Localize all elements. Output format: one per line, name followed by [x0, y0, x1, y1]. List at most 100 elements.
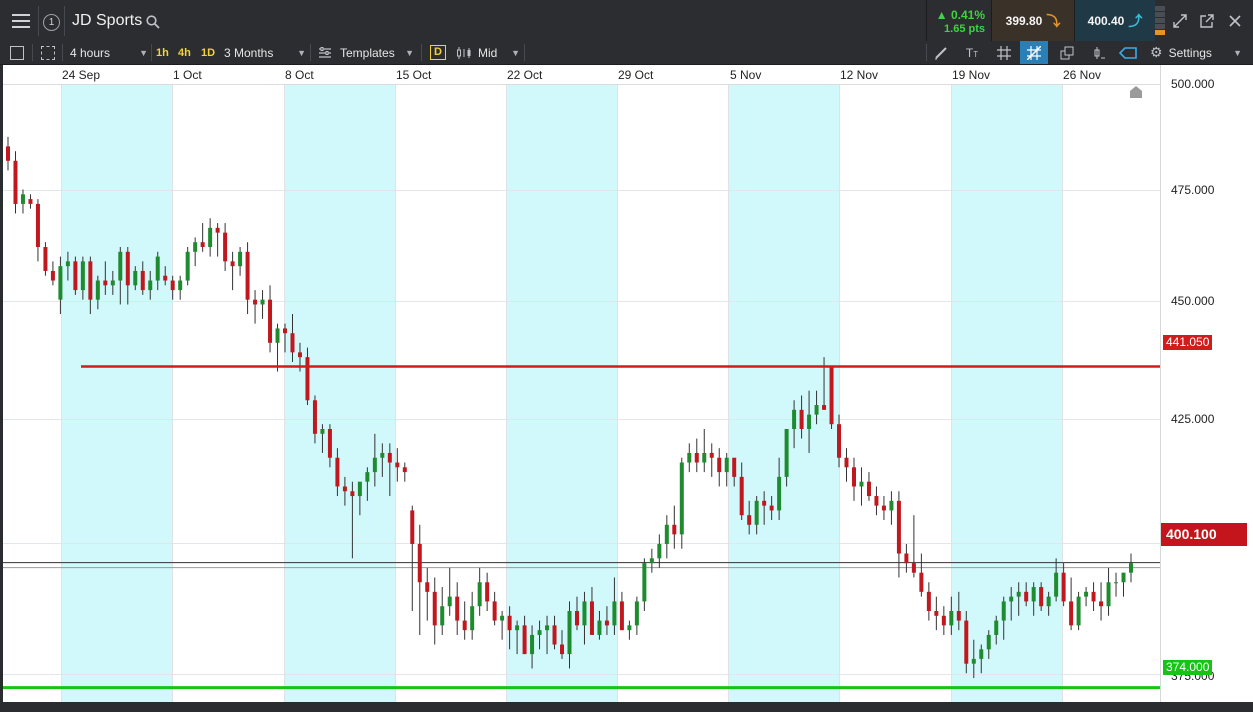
candle-body [1024, 591, 1029, 602]
divider [310, 44, 311, 61]
divider [64, 6, 65, 36]
interval-select[interactable]: 4 hours ▼ [70, 41, 148, 64]
candle-body [1121, 572, 1126, 583]
candle-body [73, 261, 78, 291]
candle-body [642, 563, 647, 602]
list-view-button[interactable] [10, 41, 24, 64]
gear-icon: ⚙ [1150, 44, 1163, 60]
candle-body [657, 543, 662, 559]
price-axis: 500.000 475.000 450.000 425.000 375.000 … [1160, 65, 1253, 702]
grid-tool[interactable] [992, 41, 1016, 64]
crosshair-tool[interactable] [1020, 41, 1048, 64]
candle-body [193, 242, 198, 252]
candle-body [1001, 601, 1006, 621]
candle-body [567, 611, 572, 655]
candle-body [949, 611, 954, 626]
candle-body [387, 452, 392, 463]
settings-select[interactable]: ⚙ Settings ▼ [1150, 41, 1242, 64]
candle-body [964, 620, 969, 664]
alert-marker-icon[interactable] [1129, 85, 1143, 99]
candle-body [245, 251, 250, 300]
current-price-tag: 400.100 [1161, 523, 1247, 546]
candle-body [118, 251, 123, 281]
draw-line-tool[interactable] [930, 41, 952, 64]
interval-1h-button[interactable]: 1h [156, 41, 169, 64]
candle-body [814, 405, 819, 415]
candle-body [28, 199, 33, 204]
candle-body [440, 606, 445, 626]
candle-body [395, 462, 400, 468]
interval-1d-button[interactable]: 1D [201, 41, 215, 64]
divider [38, 6, 39, 36]
text-tool[interactable]: TT [960, 41, 984, 64]
candle-body [462, 620, 467, 631]
menu-button[interactable] [6, 6, 36, 36]
support-level-tag[interactable]: 374.000 [1163, 660, 1213, 675]
x-tick-label: 8 Oct [285, 68, 314, 82]
resistance-level-tag[interactable]: 441.050 [1163, 335, 1213, 350]
chart-toolbar: 4 hours ▼ 1h 4h 1D 3 Months ▼ Templates … [0, 41, 1253, 65]
candle-body [1076, 596, 1081, 626]
layers-icon [1060, 46, 1074, 59]
layers-tool[interactable] [1055, 41, 1079, 64]
candle-body [260, 299, 265, 305]
candle-body [1061, 572, 1066, 602]
candle-body [140, 270, 145, 291]
up-arrow-icon: ⤴ [1128, 12, 1143, 29]
search-icon[interactable] [146, 15, 160, 29]
candle-body [799, 409, 804, 429]
buy-price-button[interactable]: 400.40 ⤴ [1074, 0, 1155, 41]
chevron-down-icon: ▼ [297, 47, 306, 58]
alert-tag-tool[interactable] [1115, 41, 1141, 64]
window-number-badge[interactable]: 1 [43, 14, 60, 31]
candlestick-series [3, 136, 1160, 690]
candle-body [485, 582, 490, 602]
candle-body [327, 429, 332, 458]
candle-body [103, 280, 108, 286]
candle-body [253, 299, 258, 305]
candle-body [58, 266, 63, 300]
candle-body [792, 409, 797, 429]
x-tick-label: 19 Nov [952, 68, 991, 82]
sell-price-button[interactable]: 399.80 ⤵ [991, 0, 1074, 41]
range-select[interactable]: 3 Months ▼ [224, 41, 306, 64]
candle-body [649, 558, 654, 564]
candle-body [769, 505, 774, 511]
candle-body [268, 299, 273, 343]
candle-body [904, 553, 909, 564]
price-change-panel: ▲ 0.41% 1.65 pts [926, 0, 991, 41]
change-percent: ▲ 0.41% [935, 8, 985, 22]
candle-body [612, 601, 617, 626]
candle-body [163, 275, 168, 281]
change-points: 1.65 pts [944, 23, 985, 35]
candle-body [1009, 596, 1014, 602]
layout-button[interactable] [41, 41, 55, 64]
instrument-title[interactable]: JD Sports [72, 12, 142, 30]
expand-icon[interactable] [1173, 14, 1187, 28]
candle-body [342, 486, 347, 492]
layout-icon [41, 45, 55, 60]
price-chart[interactable]: 24 Sep 1 Oct 8 Oct 15 Oct 22 Oct 29 Oct … [3, 65, 1160, 702]
candle-body [679, 462, 684, 535]
candle-body [754, 500, 759, 525]
price-mode-select[interactable]: Mid ▼ [456, 41, 520, 64]
daily-toggle[interactable]: D [430, 41, 446, 64]
candle-body [477, 582, 482, 607]
candle-body [522, 625, 527, 655]
templates-select[interactable]: Templates ▼ [318, 41, 414, 64]
candle-body [530, 634, 535, 655]
close-icon[interactable] [1228, 14, 1242, 28]
interval-4h-button[interactable]: 4h [178, 41, 191, 64]
indicator-tool[interactable] [1087, 41, 1111, 64]
buy-price: 400.40 [1087, 13, 1125, 28]
candle-body [732, 457, 737, 477]
pencil-icon [935, 46, 947, 59]
candle-body [35, 203, 40, 247]
candle-body [560, 644, 565, 655]
candle-body [1129, 563, 1133, 573]
divider [151, 44, 152, 61]
candle-body [417, 543, 422, 583]
popout-icon[interactable] [1200, 14, 1214, 28]
candle-body [837, 424, 842, 458]
candle-body [365, 472, 370, 482]
